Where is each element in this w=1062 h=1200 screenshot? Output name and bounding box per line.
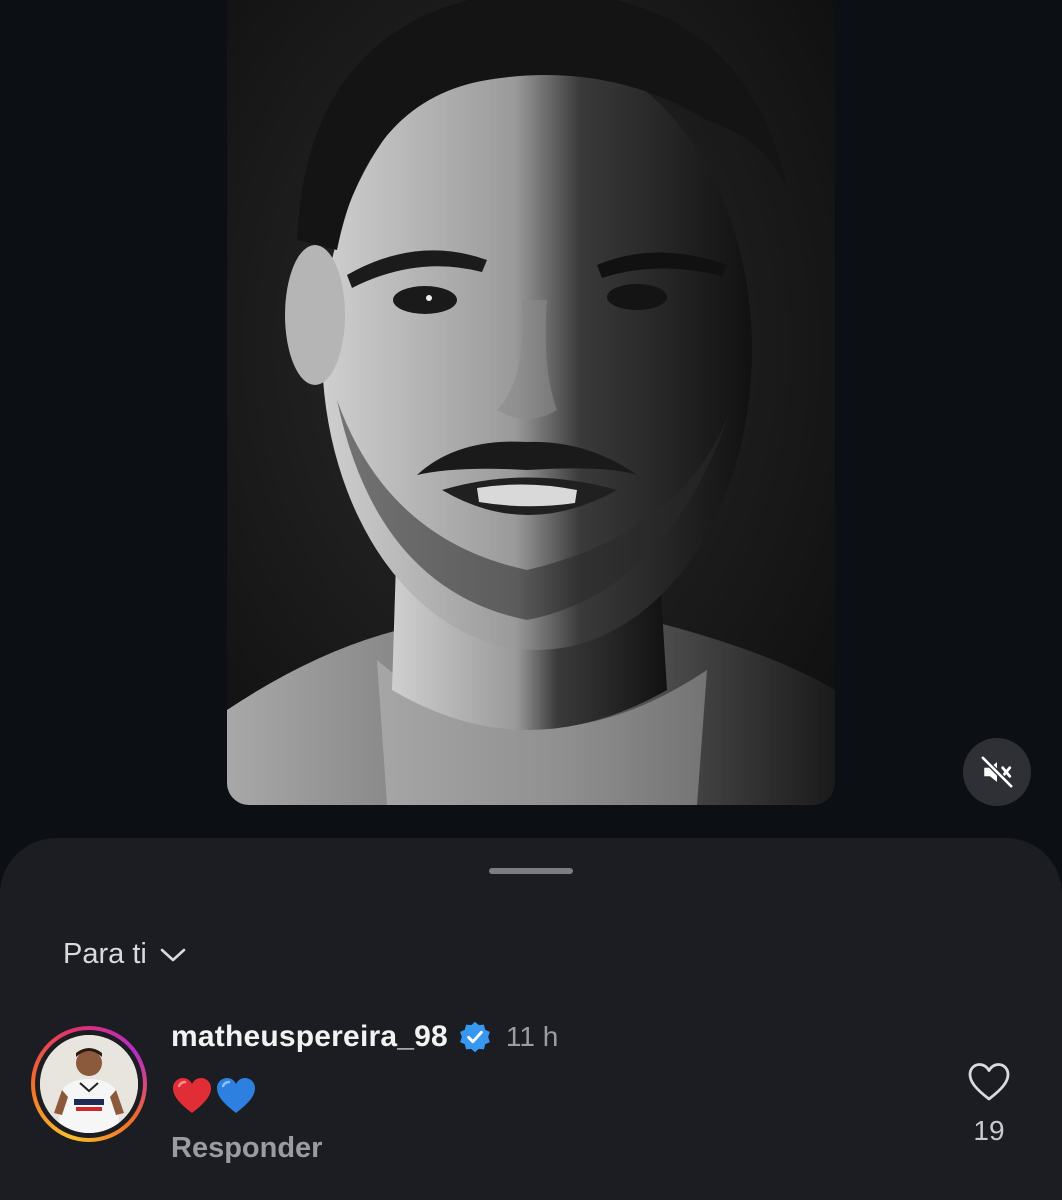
comments-sheet: Para ti matheuspereira_98 11 h Responder…	[0, 838, 1062, 1200]
comment-username[interactable]: matheuspereira_98	[171, 1020, 448, 1054]
video-frame	[227, 0, 835, 805]
avatar	[40, 1035, 138, 1133]
speaker-muted-icon	[980, 755, 1014, 789]
sheet-drag-handle[interactable]	[489, 868, 573, 874]
heart-outline-icon	[968, 1063, 1010, 1101]
chevron-down-icon	[160, 948, 186, 961]
comment-body: matheuspereira_98 11 h ❤️💙	[171, 1020, 871, 1165]
like-count: 19	[973, 1115, 1005, 1146]
reply-button[interactable]: Responder	[171, 1132, 871, 1165]
blue-heart-icon	[217, 1078, 255, 1113]
comment-text: ❤️💙	[171, 1074, 871, 1118]
comment-header: matheuspereira_98 11 h	[171, 1018, 871, 1056]
comment-timestamp: 11 h	[505, 1021, 559, 1052]
avatar-image	[40, 1035, 138, 1133]
comment-item: matheuspereira_98 11 h ❤️💙	[31, 1020, 1031, 1176]
mute-button[interactable]	[963, 738, 1031, 806]
verified-badge-icon	[460, 1021, 490, 1053]
avatar-story-ring[interactable]	[31, 1026, 147, 1142]
red-heart-icon	[173, 1078, 211, 1113]
comments-filter-dropdown[interactable]: Para ti	[63, 938, 187, 971]
like-button[interactable]: 19	[959, 1062, 1019, 1147]
video-player[interactable]	[227, 0, 835, 805]
filter-label: Para ti	[63, 938, 147, 970]
app-root: Para ti matheuspereira_98 11 h Responder…	[0, 0, 1062, 1200]
